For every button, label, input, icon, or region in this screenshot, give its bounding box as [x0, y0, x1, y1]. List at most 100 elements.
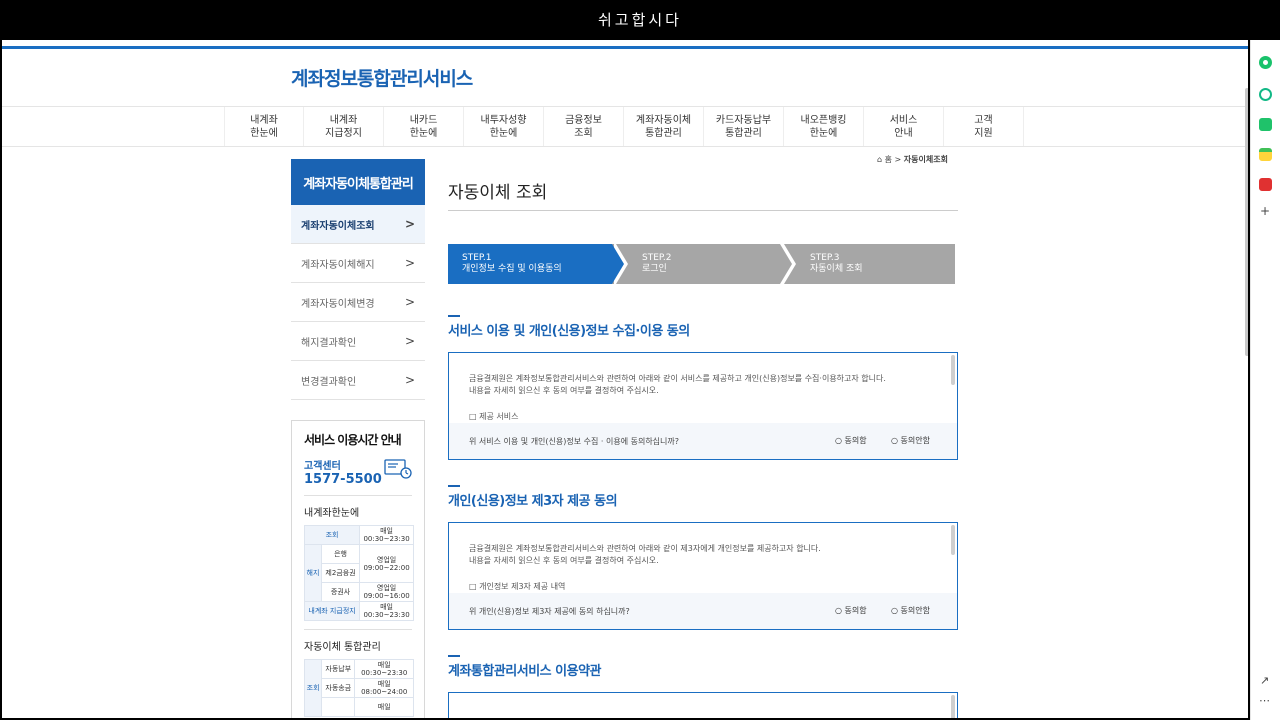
agree-radio[interactable]: ○ 동의함	[835, 435, 867, 446]
consent-question: 위 서비스 이용 및 개인(신용)정보 수집 · 이용에 동의하십니까?	[469, 437, 680, 446]
nav-item-4[interactable]: 금융정보 조회	[544, 107, 624, 146]
web-page: 계좌정보통합관리서비스 내계좌 한눈에 내계좌 지급정지 내카드 한눈에 내투자성향 …	[2, 40, 1248, 718]
external-link-icon[interactable]: ↗	[1260, 674, 1269, 687]
section-auto-transfer: 자동이체 통합관리	[304, 642, 381, 653]
chevron-right-icon: >	[404, 373, 415, 387]
more-icon[interactable]: ⋯	[1259, 694, 1270, 707]
disagree-radio[interactable]: ○ 동의안함	[891, 605, 930, 616]
nav-item-3[interactable]: 내투자성향 한눈에	[464, 107, 544, 146]
scrollbar[interactable]	[951, 695, 955, 718]
nav-item-9[interactable]: 고객 지원	[944, 107, 1024, 146]
chevron-right-icon: >	[404, 334, 415, 348]
page-title: 자동이체 조회	[448, 183, 548, 203]
sidebar-title: 계좌자동이체통합관리	[291, 159, 425, 205]
divider	[304, 495, 412, 496]
window-title: 쉬고합시다	[0, 0, 1280, 40]
app-icon-green[interactable]	[1259, 56, 1272, 69]
table-cell: 은행	[320, 544, 361, 564]
play-icon[interactable]	[1259, 88, 1272, 101]
consent-item: □ 제공 서비스	[469, 412, 519, 421]
step-indicator: STEP.1 개인정보 수집 및 이용동의 STEP.2 로그인 STEP.3 …	[448, 244, 958, 284]
table-cell: 제2금융권	[320, 563, 361, 583]
nav-item-8[interactable]: 서비스 안내	[864, 107, 944, 146]
consent-text: 금융결제원은 계좌정보통합관리서비스와 관련하여 아래와 같이 제3자에게 개인…	[469, 544, 821, 565]
top-accent-line	[2, 46, 1248, 49]
chevron-right-icon: >	[404, 256, 415, 270]
sidebar-item-transfer-inquiry[interactable]: 계좌자동이체조회 >	[291, 205, 425, 244]
section-accent	[448, 315, 460, 317]
breadcrumb-separator: >	[894, 155, 902, 164]
sidebar-item-label: 변경결과확인	[301, 376, 357, 388]
table-cell: 해지	[304, 544, 322, 602]
nav-item-7[interactable]: 내오픈뱅킹 한눈에	[784, 107, 864, 146]
breadcrumb-home[interactable]: 홈	[885, 155, 892, 164]
section-accent	[448, 655, 460, 657]
nav-item-6[interactable]: 카드자동납부 통합관리	[704, 107, 784, 146]
section-title-terms: 계좌통합관리서비스 이용약관	[448, 664, 602, 679]
table-cell: 조회	[303, 525, 361, 545]
breadcrumb-current: 자동이체조회	[903, 155, 948, 164]
sidebar-item-label: 계좌자동이체조회	[301, 220, 375, 232]
step-1-label: STEP.1 개인정보 수집 및 이용동의	[462, 253, 562, 274]
section-title-third-party: 개인(신용)정보 제3자 제공 동의	[448, 494, 618, 509]
now-icon[interactable]	[1259, 178, 1272, 191]
consent-text: 금융결제원은 계좌정보통합관리서비스와 관련하여 아래와 같이 서비스를 제공하…	[469, 374, 886, 395]
consent-item: □ 개인정보 제3자 제공 내역	[469, 582, 566, 591]
agree-label: 동의함	[844, 436, 867, 445]
add-icon[interactable]: +	[1260, 204, 1270, 218]
chevron-right-icon: >	[404, 217, 415, 231]
title-divider	[448, 210, 958, 211]
nav-item-5[interactable]: 계좌자동이체 통합관리	[624, 107, 704, 146]
table-cell: 매일 00:30~23:30	[359, 525, 414, 545]
consent-question-row: 위 개인(신용)정보 제3자 제공에 동의 하십니까? ○ 동의함 ○ 동의안함	[449, 593, 957, 629]
sidebar-item-label: 해지결과확인	[301, 337, 357, 349]
sidebar: 계좌자동이체통합관리 계좌자동이체조회 > 계좌자동이체해지 > 계좌자동이체변경 >…	[291, 159, 425, 400]
chevron-right-icon: >	[404, 295, 415, 309]
table-cell: 자동송금	[321, 678, 356, 698]
hours-table-accounts: 조회 매일 00:30~23:30 해지 은행 영업일 09:00~22:00 제2금…	[303, 525, 414, 621]
hours-table-auto-transfer: 조회 자동납부 매일 00:30~23:30 자동송금 매일 08:00~24:00 …	[303, 659, 414, 717]
nav-item-0[interactable]: 내계좌 한눈에	[224, 107, 304, 146]
consent-question: 위 개인(신용)정보 제3자 제공에 동의 하십니까?	[469, 607, 630, 616]
sidebar-item-transfer-cancel[interactable]: 계좌자동이체해지 >	[291, 244, 425, 283]
sidebar-item-transfer-change[interactable]: 계좌자동이체변경 >	[291, 283, 425, 322]
step-bg	[780, 244, 955, 284]
breadcrumb: ⌂ 홈 > 자동이체조회	[877, 154, 948, 165]
nav-item-1[interactable]: 내계좌 지급정지	[304, 107, 384, 146]
consent-box-service: 금융결제원은 계좌정보통합관리서비스와 관련하여 아래와 같이 서비스를 제공하…	[448, 352, 958, 460]
sidebar-item-label: 계좌자동이체해지	[301, 259, 375, 271]
table-cell: 영업일 09:00~16:00	[359, 582, 414, 602]
terms-box	[448, 692, 958, 718]
page-scrollbar[interactable]	[1245, 88, 1248, 356]
table-cell: 매일 00:30~23:30	[354, 659, 414, 679]
service-hours-title: 서비스 이용시간 안내	[304, 433, 402, 447]
step-2-label: STEP.2 로그인	[642, 253, 672, 274]
table-cell: 자동납부	[321, 659, 356, 679]
main-nav: 내계좌 한눈에 내계좌 지급정지 내카드 한눈에 내투자성향 한눈에 금융정보 조회 계좌…	[2, 106, 1248, 147]
table-cell: 영업일 09:00~22:00	[359, 544, 414, 583]
sidebar-item-change-result[interactable]: 변경결과확인 >	[291, 361, 425, 400]
section-my-accounts: 내계좌한눈에	[304, 508, 360, 519]
nav-item-2[interactable]: 내카드 한눈에	[384, 107, 464, 146]
section-title-service-consent: 서비스 이용 및 개인(신용)정보 수집·이용 동의	[448, 324, 690, 339]
agree-radio[interactable]: ○ 동의함	[835, 605, 867, 616]
table-cell: 매일 08:00~24:00	[354, 678, 414, 698]
consent-box-third-party: 금융결제원은 계좌정보통합관리서비스와 관련하여 아래와 같이 제3자에게 개인…	[448, 522, 958, 630]
table-cell: 내계좌 지급정지	[303, 601, 361, 621]
scrollbar[interactable]	[951, 525, 955, 555]
scrollbar[interactable]	[951, 355, 955, 385]
agree-label: 동의함	[844, 606, 867, 615]
table-cell: 매일	[354, 697, 414, 717]
table-cell: 매일 00:30~23:30	[359, 601, 414, 621]
disagree-label: 동의안함	[900, 436, 930, 445]
memo-icon[interactable]	[1259, 148, 1272, 161]
site-logo[interactable]: 계좌정보통합관리서비스	[291, 64, 473, 91]
divider	[304, 629, 412, 630]
sidebar-item-cancel-result[interactable]: 해지결과확인 >	[291, 322, 425, 361]
home-icon[interactable]: ⌂	[877, 155, 882, 164]
disagree-radio[interactable]: ○ 동의안함	[891, 435, 930, 446]
chat-icon[interactable]	[1259, 118, 1272, 131]
disagree-label: 동의안함	[900, 606, 930, 615]
consent-question-row: 위 서비스 이용 및 개인(신용)정보 수집 · 이용에 동의하십니까? ○ 동…	[449, 423, 957, 459]
sidebar-item-label: 계좌자동이체변경	[301, 298, 375, 310]
